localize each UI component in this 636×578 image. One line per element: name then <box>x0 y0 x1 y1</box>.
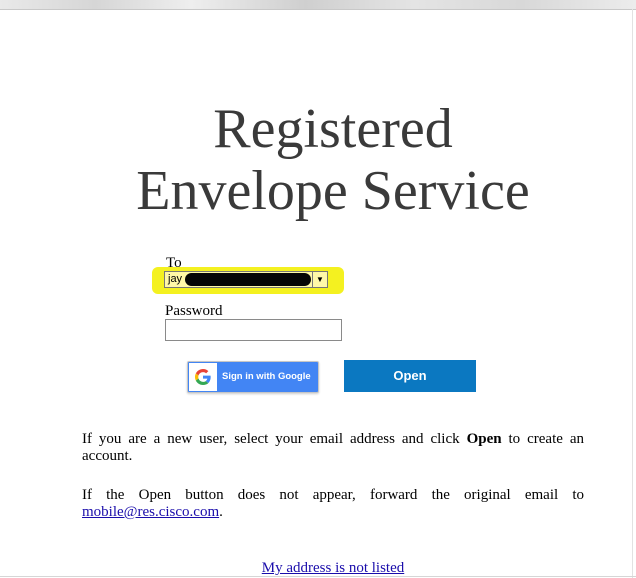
google-button-label: Sign in with Google <box>222 371 311 382</box>
dropdown-arrow-icon[interactable]: ▼ <box>312 272 327 287</box>
page-title: Registered Envelope Service <box>0 98 636 222</box>
forward-email-link[interactable]: mobile@res.cisco.com <box>82 504 219 520</box>
title-line-2: Envelope Service <box>136 160 530 222</box>
right-border <box>632 9 633 578</box>
new-user-instructions: If you are a new user, select your email… <box>82 431 584 465</box>
password-input[interactable] <box>165 319 342 341</box>
google-logo-box <box>189 363 217 391</box>
new-user-open-emphasis: Open <box>466 431 502 447</box>
google-g-icon <box>195 369 211 385</box>
to-address-select[interactable]: jay ▼ <box>164 271 328 288</box>
forward-text-end: . <box>219 504 223 520</box>
title-line-1: Registered <box>213 98 453 160</box>
password-label: Password <box>165 303 223 319</box>
forward-instructions: If the Open button does not appear, forw… <box>82 487 584 521</box>
sign-in-with-google-button[interactable]: Sign in with Google <box>187 361 319 393</box>
new-user-text-start: If you are a new user, select your email… <box>82 431 467 447</box>
to-address-value: jay <box>168 273 183 285</box>
top-decorative-strip <box>0 0 636 10</box>
redaction-mark <box>185 273 311 286</box>
address-not-listed-link[interactable]: My address is not listed <box>262 560 405 576</box>
forward-text: If the Open button does not appear, forw… <box>82 487 584 503</box>
not-listed-container: My address is not listed <box>0 560 636 577</box>
open-button[interactable]: Open <box>344 360 476 392</box>
